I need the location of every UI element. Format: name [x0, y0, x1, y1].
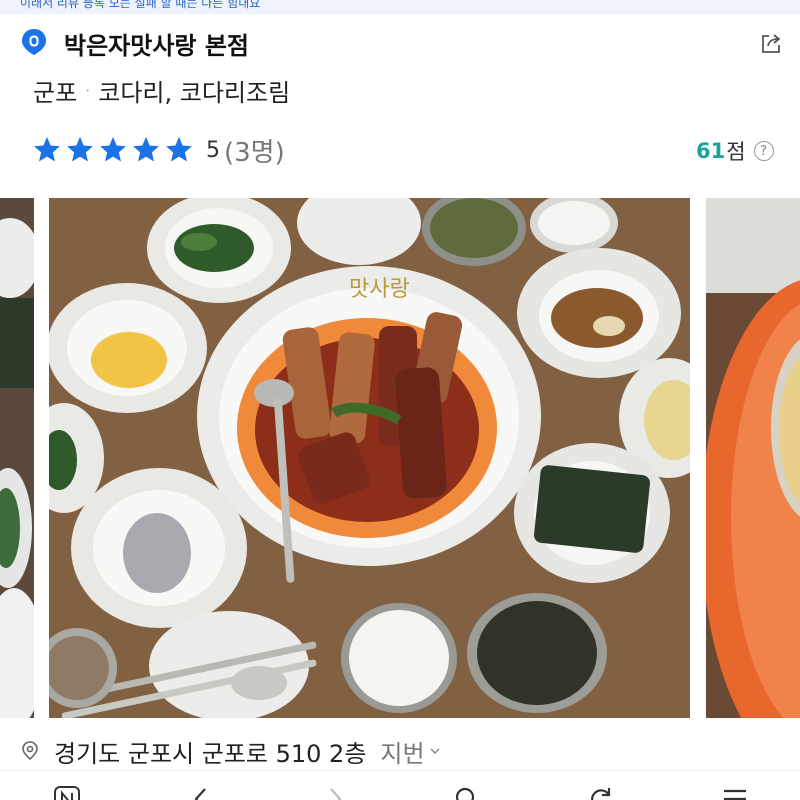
address-row[interactable]: 경기도 군포시 군포로 510 2층 지번: [20, 733, 441, 769]
road-address[interactable]: 경기도 군포시 군포로 510 2층: [54, 734, 366, 769]
points-badge[interactable]: 61 점 ?: [696, 136, 774, 166]
search-button[interactable]: [452, 785, 482, 800]
soup-bowl: [467, 593, 607, 713]
home-n-button[interactable]: [52, 785, 82, 800]
category-row: 군포 · 코다리, 코다리조림: [33, 73, 290, 107]
points-unit: 점: [726, 140, 746, 164]
rating-row[interactable]: 5 (3명): [32, 132, 285, 168]
chevron-down-icon: [430, 748, 440, 755]
top-banner-text: 이래서 리뷰 등록 모는 실패 할 때는 다른 힘내요: [20, 0, 261, 10]
star-icon: [67, 136, 93, 162]
points-value: 61: [696, 139, 726, 163]
separator-dot: ·: [85, 80, 91, 100]
refresh-button[interactable]: [586, 785, 616, 800]
search-icon: [455, 787, 475, 800]
refresh-icon: [591, 788, 611, 800]
region-label: 군포: [33, 78, 78, 107]
side-dish-radish: [49, 283, 207, 413]
star-icon: [133, 136, 159, 162]
side-photo-right[interactable]: [706, 198, 800, 718]
forward-icon: [330, 788, 342, 800]
side-dish-japchae: [517, 248, 681, 378]
star-icon: [166, 136, 192, 162]
place-header: 박은자맛사랑 본점: [0, 14, 800, 70]
back-icon: [194, 788, 206, 800]
side-photo-left[interactable]: [0, 198, 34, 718]
rating-score: 5: [206, 137, 220, 163]
photo-gallery[interactable]: 맛사랑: [0, 198, 800, 718]
share-icon: [762, 34, 781, 53]
star-icon: [100, 136, 126, 162]
side-dish-rice-cake: [71, 468, 247, 628]
plate-text: 맛사랑: [349, 277, 410, 302]
location-pin-icon: [22, 741, 38, 761]
back-button[interactable]: [186, 785, 216, 800]
star-icon: [34, 136, 60, 162]
forward-button[interactable]: [320, 785, 350, 800]
menu-icon: [724, 789, 746, 800]
top-banner: 이래서 리뷰 등록 모는 실패 할 때는 다른 힘내요: [0, 0, 800, 14]
review-count: (3명): [224, 137, 285, 168]
home-n-icon: [54, 786, 80, 800]
side-dish-seaweed: [514, 443, 670, 583]
map-pin-icon: [20, 28, 48, 56]
menu-button[interactable]: [720, 785, 750, 800]
side-dish-greens: [147, 198, 291, 303]
main-photo[interactable]: 맛사랑: [49, 198, 690, 718]
help-icon[interactable]: ?: [753, 141, 774, 161]
share-button[interactable]: [758, 30, 784, 56]
place-name[interactable]: 박은자맛사랑 본점: [64, 26, 249, 61]
star-rating: [32, 135, 194, 165]
jibun-toggle[interactable]: 지번: [380, 734, 424, 769]
category-label: 코다리, 코다리조림: [98, 78, 291, 107]
rice-bowl: [341, 603, 457, 713]
bottom-navigation-bar: [0, 770, 800, 800]
